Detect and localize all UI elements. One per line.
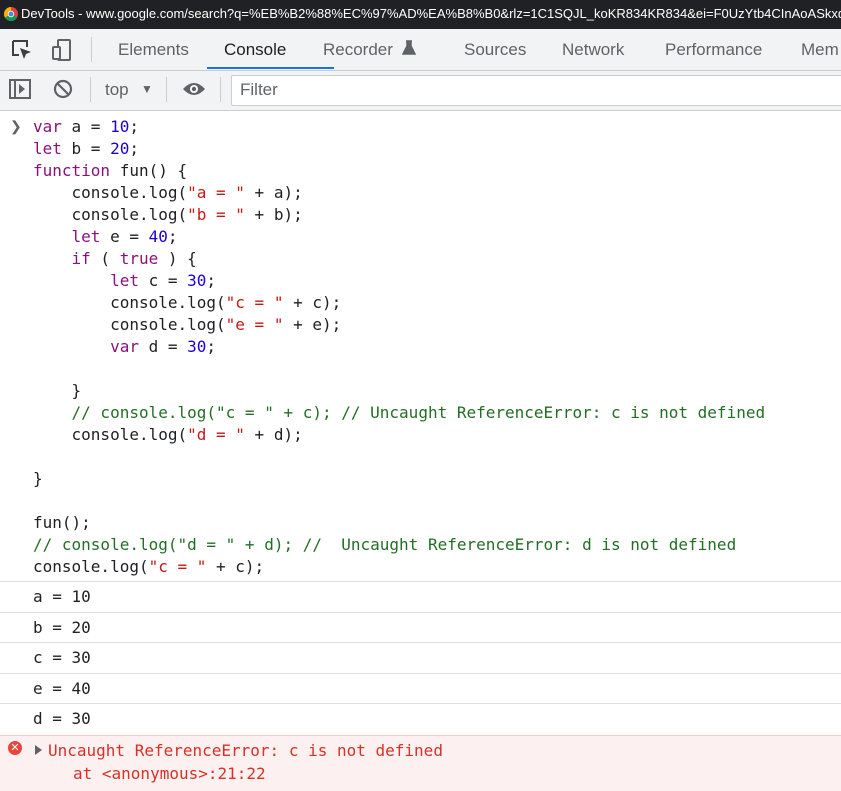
tab-sources[interactable]: Sources <box>464 40 526 60</box>
code-line: if ( true ) { <box>71 249 197 268</box>
window-titlebar: DevTools - www.google.com/search?q=%EB%B… <box>0 0 841 29</box>
toolbar-divider <box>91 37 92 62</box>
clear-console-icon[interactable] <box>53 79 73 99</box>
code-line: let e = 40; <box>71 227 178 246</box>
tab-network[interactable]: Network <box>562 40 624 60</box>
code-line: } <box>33 381 82 400</box>
code-line: console.log("a = " + a); <box>33 183 303 202</box>
tab-recorder[interactable]: Recorder <box>323 40 416 60</box>
error-message[interactable]: Uncaught ReferenceError: c is not define… <box>48 740 443 762</box>
filter-box <box>231 75 841 106</box>
message-divider <box>0 642 841 643</box>
console-toolbar: top ▼ <box>0 71 841 111</box>
code-line: // console.log("d = " + d); // Uncaught … <box>33 535 737 554</box>
inspect-element-icon[interactable] <box>11 39 33 61</box>
code-line: console.log("c = " + c); <box>33 293 342 312</box>
filter-input[interactable] <box>232 76 841 103</box>
context-selector[interactable]: top <box>105 80 129 100</box>
log-output: e = 40 <box>33 679 91 698</box>
window-title: DevTools - www.google.com/search?q=%EB%B… <box>21 6 841 21</box>
toolbar-divider <box>166 77 167 102</box>
tab-recorder-label: Recorder <box>323 40 393 59</box>
context-dropdown-icon[interactable]: ▼ <box>141 82 153 96</box>
code-line: let b = 20; <box>33 139 139 158</box>
chrome-logo-icon <box>4 7 18 21</box>
experiment-flask-icon <box>401 40 416 55</box>
message-divider <box>0 581 841 582</box>
tab-performance[interactable]: Performance <box>665 40 762 60</box>
error-icon: ✕ <box>8 741 22 755</box>
device-toolbar-icon[interactable] <box>51 39 73 61</box>
code-line: console.log("e = " + e); <box>33 315 342 334</box>
live-expression-eye-icon[interactable] <box>182 81 206 97</box>
code-line: console.log("c = " + c); <box>33 557 265 576</box>
log-output: c = 30 <box>33 648 91 667</box>
active-tab-indicator <box>207 67 334 69</box>
show-sidebar-icon[interactable] <box>9 79 31 99</box>
tab-elements[interactable]: Elements <box>118 40 189 60</box>
toolbar-divider <box>90 77 91 102</box>
code-line: // console.log("c = " + c); // Uncaught … <box>71 403 766 422</box>
panel-tabbar: Elements Console Recorder Sources Networ… <box>0 29 841 71</box>
message-divider <box>0 703 841 704</box>
console-input-code[interactable]: var a = 10; let b = 20; function fun() {… <box>33 116 765 578</box>
message-divider <box>0 673 841 674</box>
code-line: fun(); <box>33 513 91 532</box>
code-line: var a = 10; <box>33 117 139 136</box>
code-line: } <box>33 469 43 488</box>
input-prompt-chevron-icon: ❯ <box>10 118 22 134</box>
tab-memory[interactable]: Mem <box>801 40 839 60</box>
code-line: console.log("d = " + d); <box>33 425 303 444</box>
expand-error-triangle-icon[interactable] <box>35 745 42 755</box>
tab-console[interactable]: Console <box>224 40 286 60</box>
log-output: a = 10 <box>33 587 91 606</box>
log-output: d = 30 <box>33 709 91 728</box>
toolbar-divider <box>220 77 221 102</box>
code-line: console.log("b = " + b); <box>33 205 303 224</box>
log-output: b = 20 <box>33 618 91 637</box>
message-divider <box>0 612 841 613</box>
error-stack-trace[interactable]: at <anonymous>:21:22 <box>73 763 266 785</box>
code-line: var d = 30; <box>110 337 217 356</box>
code-line: let c = 30; <box>110 271 217 290</box>
code-line: function fun() { <box>33 161 188 180</box>
